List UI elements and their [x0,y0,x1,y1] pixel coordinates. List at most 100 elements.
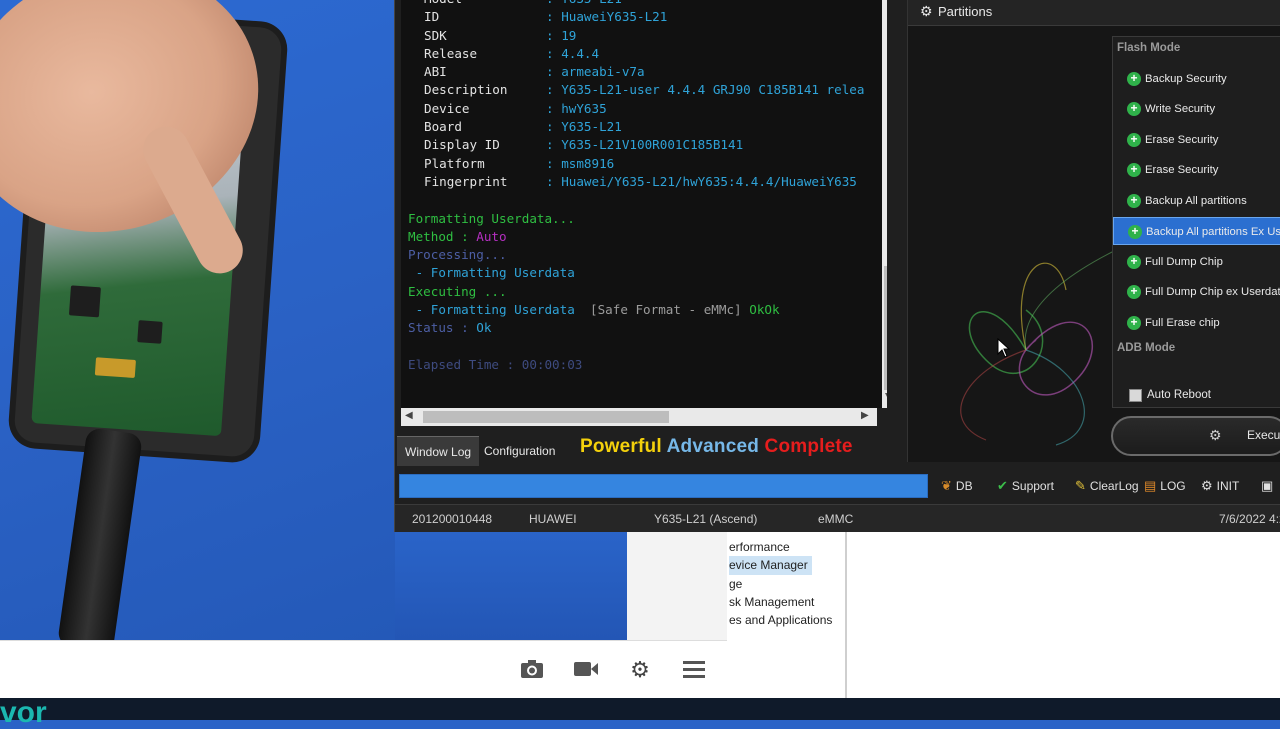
checkmark-icon: ✔ [997,478,1008,493]
green-plus-icon: + [1127,285,1141,299]
partitions-pane: ⚙ Partitions Flash Mode + Backup Security… [907,0,1280,462]
partition-option-item[interactable]: + Backup Security [1113,65,1280,93]
support-button[interactable]: ✔ Support [997,478,1054,494]
log-prop-separator: : [546,45,554,61]
green-plus-icon: + [1127,102,1141,116]
hamburger-menu-icon[interactable] [681,659,707,681]
log-line-formatting: Formatting Userdata... [408,210,575,226]
log-prop-key: Fingerprint [424,173,508,189]
clearlog-button[interactable]: ✎ ClearLog [1075,478,1139,494]
partition-option-label: Full Dump Chip [1145,256,1223,268]
partition-option-label: Backup Security [1145,73,1227,85]
db-button[interactable]: ❦ DB [941,478,973,494]
green-plus-icon: + [1128,225,1142,239]
log-prop-separator: : [546,173,554,189]
vertical-scroll-thumb[interactable] [884,266,887,390]
log-button[interactable]: ▤ LOG [1144,478,1186,494]
log-prop-value: Y635-L21V100R001C185B141 [561,137,744,153]
execute-button[interactable]: ⚙ Execute [1111,416,1280,456]
partition-option-item[interactable]: + Full Erase chip [1113,309,1280,337]
init-button[interactable]: ⚙ INIT [1201,478,1239,494]
log-prop-key: Description [424,82,508,98]
partition-option-label: Erase Security [1145,164,1219,176]
log-prop-key: ABI [424,64,447,80]
green-plus-icon: + [1127,316,1141,330]
log-prop-row: ID: HuaweiY635-L21 [408,8,864,26]
partition-option-item[interactable]: + Full Dump Chip [1113,248,1280,276]
partition-option-item[interactable]: + Write Security [1113,95,1280,123]
partitions-title[interactable]: Partitions [938,4,992,19]
gear-icon: ⚙ [1201,478,1213,493]
gear-icon: ⚙ [920,3,933,19]
log-prop-key: Display ID [424,137,500,153]
flash-options-menu: Flash Mode + Backup Security + Write Securi… [1112,36,1280,408]
pane-divider [845,530,847,712]
partition-option-item[interactable]: + Erase Security [1113,126,1280,154]
log-prop-key: ID [424,9,440,25]
tab-window-log[interactable]: Window Log [397,436,480,466]
photo-paper [627,532,727,640]
scroll-down-icon[interactable]: ▼ [885,387,887,405]
menu-item-services-and-applications[interactable]: es and Applications [729,611,832,629]
log-prop-value: armeabi-v7a [561,64,645,80]
progress-bar [399,474,928,498]
log-file-icon: ▤ [1144,478,1157,493]
log-prop-key: Board [424,119,462,135]
partition-option-label: Write Security [1145,103,1216,115]
green-plus-icon: + [1127,255,1141,269]
log-prop-row: Model: Y635-L21 [408,0,864,8]
log-prop-row: ABI: armeabi-v7a [408,63,864,81]
log-prop-value: msm8916 [561,155,615,171]
log-prop-key: SDK [424,27,447,43]
log-prop-value: hwY635 [561,100,607,116]
video-camera-icon[interactable] [573,659,599,681]
status-brand: HUAWEI [529,512,577,526]
log-vertical-scrollbar[interactable]: ▼ [882,0,887,408]
log-prop-row: Fingerprint: Huawei/Y635-L21/hwY635:4.4.… [408,173,864,191]
camera-icon[interactable] [519,659,545,681]
menu-item-performance[interactable]: erformance [729,538,832,556]
tab-configuration[interactable]: Configuration [476,436,563,466]
log-line-executing: Executing ... [408,283,507,299]
log-prop-key: Model [408,0,546,8]
board-chip [68,285,101,318]
taskbar-strip: vor [0,698,1280,728]
menu-item-device-manager[interactable]: evice Manager [729,556,812,575]
partition-option-item[interactable]: + Backup All partitions [1113,187,1280,215]
log-prop-value: 4.4.4 [561,45,600,61]
menu-item-disk-management[interactable]: sk Management [729,593,832,611]
group-adb-mode: ADB Mode [1117,342,1176,354]
slogan-powerful: Powerful [580,436,662,457]
log-line-elapsed: Elapsed Time : 00:00:03 [408,356,583,372]
screenshot-button[interactable]: ▣ [1261,478,1277,494]
log-prop-row: Description: Y635-L21-user 4.4.4 GRJ90 C… [408,81,864,99]
partition-option-item[interactable]: + Erase Security [1113,156,1280,184]
log-prop-row: Display ID: Y635-L21V100R001C185B141 [408,136,864,154]
app-window: Model: Y635-L21ID: HuaweiY635-L21SDK: 19… [394,0,1280,532]
log-horizontal-scrollbar[interactable]: ◀ ▶ [401,408,877,426]
auto-reboot-checkbox[interactable] [1129,389,1142,402]
camera-icon: ▣ [1261,478,1274,493]
scroll-left-icon[interactable]: ◀ [405,410,413,421]
window-log-console[interactable]: Model: Y635-L21ID: HuaweiY635-L21SDK: 19… [401,0,887,408]
scroll-right-icon[interactable]: ▶ [861,410,869,421]
horizontal-scroll-thumb[interactable] [423,411,669,423]
slogan-advanced: Advanced [666,436,760,457]
slogan-complete: Complete [764,436,853,457]
menu-item-storage[interactable]: ge [729,575,832,593]
partition-option-item[interactable]: + Full Dump Chip ex Userdata [1113,278,1280,306]
log-prop-separator: : [546,0,554,6]
log-prop-key: Release [424,45,478,61]
log-prop-row: Board: Y635-L21 [408,118,864,136]
log-prop-separator: : [546,64,554,80]
partition-option-label: Backup All partitions [1145,195,1247,207]
log-prop-value: Y635-L21-user 4.4.4 GRJ90 C185B141 relea [561,82,865,98]
gear-icon[interactable]: ⚙ [627,659,653,681]
log-line-status: Status : Ok [408,320,492,336]
camera-photo [0,0,395,640]
log-prop-value: 19 [561,27,577,43]
partition-option-item[interactable]: + Backup All partitions Ex Userdata [1113,217,1280,245]
log-prop-row: Platform: msm8916 [408,155,864,173]
broom-icon: ✎ [1075,478,1086,493]
partition-option-label: Full Erase chip [1145,317,1220,329]
